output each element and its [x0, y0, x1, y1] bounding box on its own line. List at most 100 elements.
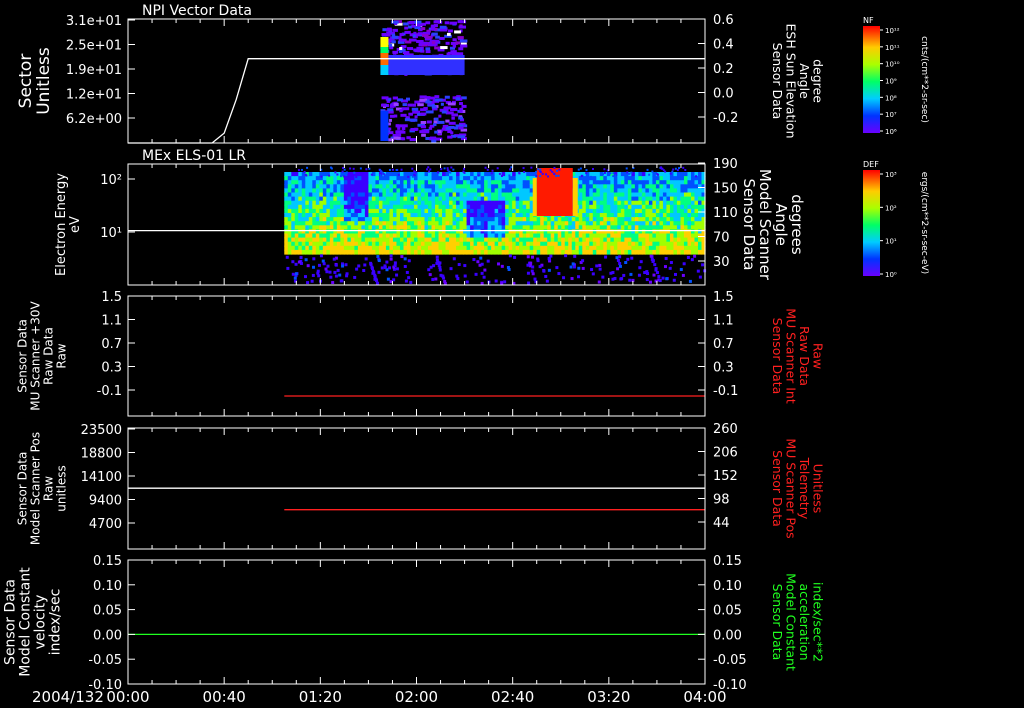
- els-cell: [596, 188, 601, 194]
- els-cell: [508, 233, 513, 239]
- els-cell: [494, 221, 499, 226]
- els-cell: [571, 217, 576, 222]
- els-cell: [648, 192, 654, 198]
- els-cell: [438, 237, 443, 243]
- els-cell: [466, 188, 471, 194]
- els-cell: [301, 221, 306, 226]
- npi-upper-cell: [439, 25, 447, 29]
- els-cell: [442, 233, 447, 239]
- els-cell: [680, 221, 685, 226]
- els-cell: [624, 213, 629, 218]
- els-cell: [312, 225, 317, 230]
- els-dot: [364, 257, 368, 261]
- els-cell: [620, 233, 625, 239]
- els-cell: [406, 204, 412, 210]
- els-cell: [417, 237, 422, 243]
- els-cell: [491, 208, 496, 214]
- els-cell: [515, 200, 520, 206]
- els-dot: [518, 172, 521, 175]
- els-cell: [312, 172, 317, 177]
- els-dot: [571, 262, 575, 266]
- els-dot: [304, 258, 308, 262]
- els-dot: [491, 169, 494, 172]
- els-cell: [442, 176, 447, 181]
- els-cell: [445, 176, 450, 181]
- els-cell: [378, 208, 384, 214]
- els-cell: [634, 241, 639, 247]
- els-cell: [522, 217, 527, 222]
- right-axis-label: Sensor Data: [770, 318, 785, 395]
- els-cell: [564, 241, 569, 247]
- els-dot: [508, 254, 512, 258]
- els-cell: [494, 176, 499, 181]
- els-dot: [507, 268, 511, 272]
- els-cell: [319, 180, 324, 185]
- els-cell: [540, 233, 545, 239]
- els-dot: [333, 270, 337, 274]
- els-cell: [694, 221, 699, 226]
- els-cell: [417, 172, 422, 177]
- els-cell: [645, 213, 650, 218]
- els-cell: [431, 184, 436, 189]
- els-cell: [428, 249, 433, 255]
- els-dot: [661, 276, 665, 280]
- els-cell: [301, 217, 306, 222]
- els-cell: [298, 180, 303, 185]
- els-cell: [378, 176, 384, 181]
- els-cell: [634, 249, 639, 255]
- els-cell: [645, 249, 650, 255]
- els-cell: [294, 192, 299, 198]
- els-cell: [333, 245, 338, 251]
- els-cell: [547, 233, 552, 239]
- els-cell: [449, 233, 454, 239]
- els-cell: [673, 196, 678, 202]
- els-cell: [473, 241, 478, 247]
- els-cell: [596, 213, 601, 218]
- els-cell: [298, 217, 303, 222]
- els-cell: [470, 213, 475, 218]
- els-cell: [284, 196, 289, 202]
- els-dot: [664, 170, 667, 173]
- els-cell: [477, 233, 482, 239]
- els-cell: [596, 204, 601, 210]
- els-cell: [582, 213, 587, 218]
- els-cell: [354, 221, 359, 226]
- els-cell: [624, 233, 629, 239]
- els-cell: [585, 249, 590, 255]
- npi-lower-cell: [401, 126, 406, 130]
- els-cell: [512, 204, 517, 210]
- els-dot: [457, 263, 461, 267]
- els-dot: [622, 173, 625, 176]
- els-cell: [473, 217, 478, 222]
- els-dot: [353, 275, 357, 279]
- els-cell: [336, 221, 341, 226]
- els-cell: [329, 217, 334, 222]
- els-cell: [505, 217, 510, 222]
- els-cell: [287, 245, 292, 251]
- els-cell: [399, 237, 405, 243]
- els-cell: [326, 249, 331, 255]
- els-cell: [410, 196, 415, 202]
- els-cell: [508, 237, 513, 243]
- els-cell: [547, 241, 552, 247]
- els-cell: [592, 204, 597, 210]
- els-cell: [477, 221, 482, 226]
- els-hot-edge: [572, 178, 578, 216]
- els-cell: [347, 176, 352, 181]
- els-cell: [382, 192, 387, 198]
- els-cell: [428, 176, 433, 181]
- els-dot: [547, 257, 551, 261]
- els-cell: [662, 196, 668, 202]
- els-cell: [613, 217, 618, 222]
- left-axis-label: MU Scanner +30V: [29, 301, 43, 411]
- els-dot: [526, 255, 530, 259]
- els-cell: [638, 245, 643, 251]
- els-cell: [522, 192, 527, 198]
- npi-lower-cell: [404, 118, 410, 122]
- els-cell: [305, 217, 310, 222]
- right-tick-label: 44: [713, 516, 730, 531]
- els-cell: [421, 237, 426, 243]
- els-cell: [298, 225, 303, 230]
- els-dot: [413, 173, 416, 176]
- els-cell: [361, 221, 366, 226]
